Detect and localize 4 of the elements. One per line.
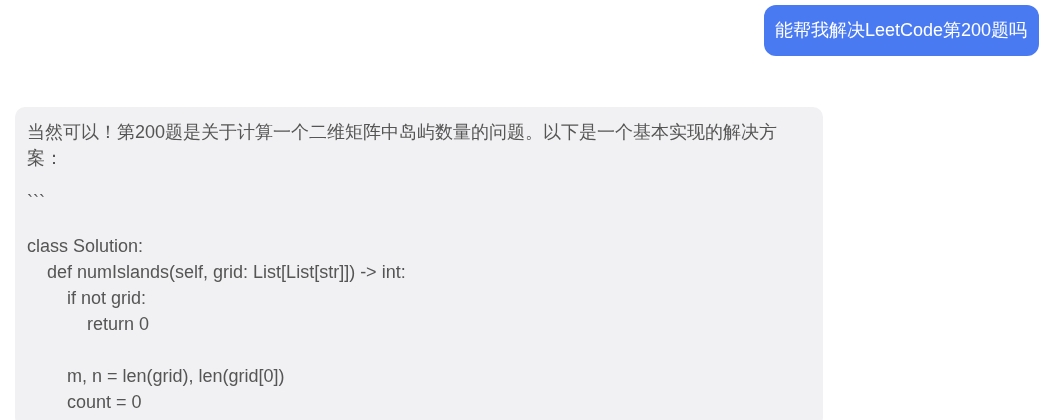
code-text: class Solution: def numIslands(self, grid: List[List[str]]) -> int: if not grid: return 0 m, n = len(grid), len(grid[0]) count = 0	[27, 235, 407, 414]
message-text: ```	[27, 191, 46, 214]
message-text: 当然可以！第200题是关于计算一个二维矩阵中岛屿数量的问题。以下是一个基本实现的解决方案：	[27, 121, 779, 170]
user-message: 能帮我解决LeetCode第200题吗	[763, 5, 1039, 56]
